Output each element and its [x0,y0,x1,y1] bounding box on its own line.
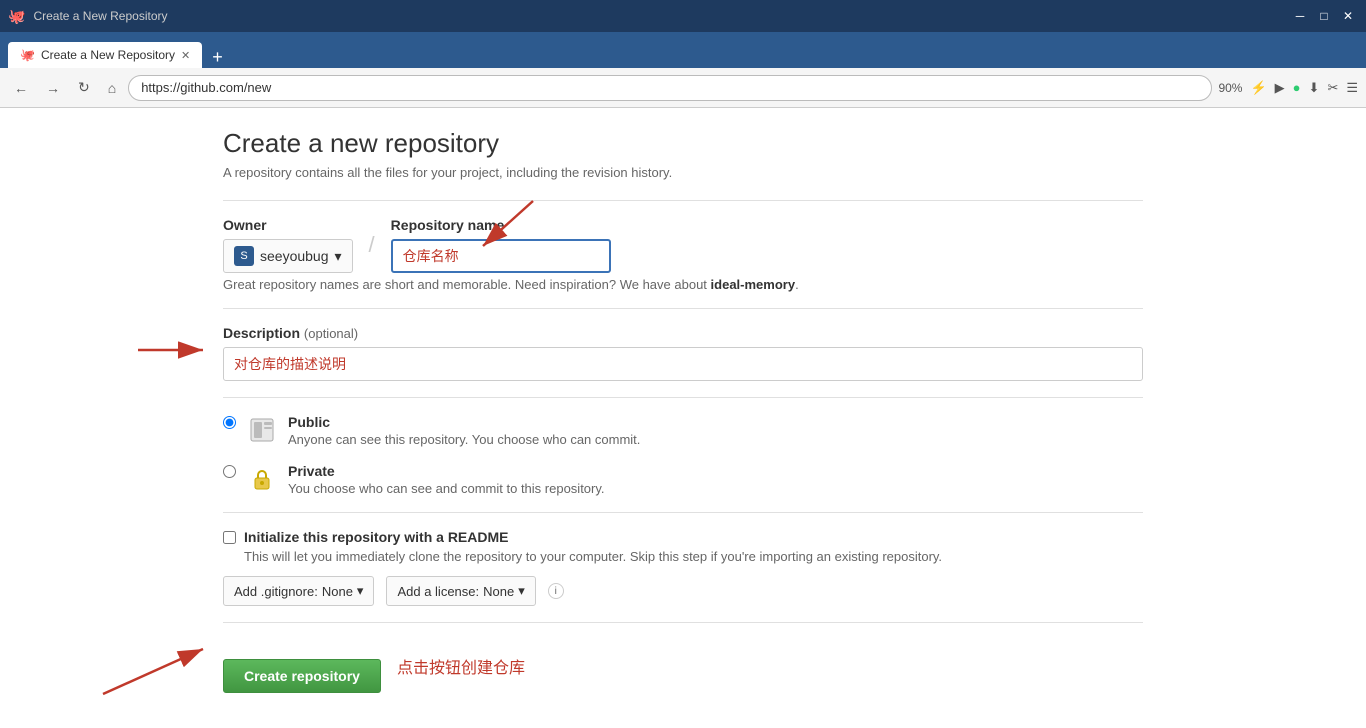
license-dropdown-icon: ▾ [518,583,525,599]
init-checkbox[interactable] [223,531,236,544]
init-section: Initialize this repository with a README… [223,529,1143,606]
tab-title: Create a New Repository [41,48,175,62]
close-button[interactable]: ✕ [1338,6,1358,26]
title-bar: 🐙 Create a New Repository ─ □ ✕ [0,0,1366,32]
tab-favicon: 🐙 [20,48,35,62]
page-body: Create a new repository A repository con… [183,108,1183,728]
forward-button[interactable]: → [40,76,66,100]
description-optional: (optional) [304,326,358,341]
divider-2 [223,308,1143,309]
create-repository-button[interactable]: Create repository [223,659,381,693]
new-tab-button[interactable]: + [206,46,229,68]
private-desc: You choose who can see and commit to thi… [288,481,605,496]
browser-favicon: 🐙 [8,8,25,25]
divider-3 [223,397,1143,398]
window-controls: ─ □ ✕ [1290,6,1358,26]
lightning-icon: ⚡ [1250,80,1266,96]
license-value: None [483,584,514,599]
public-text: Public Anyone can see this repository. Y… [288,414,640,447]
license-label: Add a license: [397,584,479,599]
visibility-group: Public Anyone can see this repository. Y… [223,414,1143,496]
zoom-level: 90% [1218,81,1242,95]
private-icon [246,463,278,495]
private-radio[interactable] [223,465,236,478]
public-option: Public Anyone can see this repository. Y… [223,414,1143,447]
init-label: Initialize this repository with a README [244,529,942,545]
toolbar-icons: 90% ⚡ ▶ ● ⬇ ✂ ☰ [1218,80,1358,96]
red-arrow-svg-3 [93,639,213,699]
owner-group: Owner S seeyoubug ▾ [223,217,353,273]
gitignore-value: None [322,584,353,599]
forward-icon: ▶ [1275,80,1285,96]
tab-bar: 🐙 Create a New Repository ✕ + [0,32,1366,68]
maximize-button[interactable]: □ [1314,6,1334,26]
browser-window: 🐙 Create a New Repository ─ □ ✕ 🐙 Create… [0,0,1366,728]
divider-5 [223,622,1143,623]
page-subtitle: A repository contains all the files for … [223,165,1143,180]
info-icon[interactable]: i [548,583,564,599]
gitignore-select[interactable]: Add .gitignore: None ▾ [223,576,374,606]
divider-1 [223,200,1143,201]
public-desc: Anyone can see this repository. You choo… [288,432,640,447]
repo-name-group: Repository name [391,217,611,273]
private-text: Private You choose who can see and commi… [288,463,605,496]
owner-dropdown-icon: ▾ [335,248,342,265]
suggestion-link[interactable]: ideal-memory [711,277,796,292]
init-desc: This will let you immediately clone the … [244,549,942,564]
description-section: Description (optional) [223,325,1143,381]
repo-name-label: Repository name [391,217,611,233]
tab-close-button[interactable]: ✕ [181,49,190,62]
menu-icon[interactable]: ☰ [1346,80,1358,96]
status-icon: ● [1293,80,1301,95]
init-option: Initialize this repository with a README… [223,529,1143,564]
address-input[interactable] [128,75,1212,101]
owner-select[interactable]: S seeyoubug ▾ [223,239,353,273]
lock-icon [248,465,276,493]
page-title: Create a new repository [223,128,1143,159]
download-icon: ⬇ [1309,80,1320,96]
gitignore-dropdown-icon: ▾ [357,583,364,599]
description-label: Description (optional) [223,325,1143,341]
addon-row: Add .gitignore: None ▾ Add a license: No… [223,576,1143,606]
public-label: Public [288,414,640,430]
create-btn-row: Create repository 点击按钮创建仓库 [223,639,1143,693]
description-group: Description (optional) [223,325,1143,381]
page-content: Create a new repository A repository con… [0,108,1366,728]
init-text: Initialize this repository with a README… [244,529,942,564]
private-option: Private You choose who can see and commi… [223,463,1143,496]
owner-repo-row: Owner S seeyoubug ▾ / Repository name [223,217,1143,273]
book-icon [248,416,276,444]
owner-avatar: S [234,246,254,266]
tab-title-text: Create a New Repository [33,9,167,23]
private-label: Private [288,463,605,479]
gitignore-label: Add .gitignore: [234,584,318,599]
inspiration-text: Great repository names are short and mem… [223,277,1143,292]
scissors-icon: ✂ [1327,80,1338,96]
back-button[interactable]: ← [8,76,34,100]
description-input[interactable] [223,347,1143,381]
owner-label: Owner [223,217,353,233]
public-radio[interactable] [223,416,236,429]
divider-4 [223,512,1143,513]
minimize-button[interactable]: ─ [1290,6,1310,26]
refresh-button[interactable]: ↻ [72,75,96,100]
red-arrow-svg-2 [133,330,213,370]
create-annotation: 点击按钮创建仓库 [397,654,525,678]
address-bar: ← → ↻ ⌂ 90% ⚡ ▶ ● ⬇ ✂ ☰ [0,68,1366,108]
license-select[interactable]: Add a license: None ▾ [386,576,535,606]
home-button[interactable]: ⌂ [102,76,122,100]
path-slash: / [369,232,375,258]
active-tab[interactable]: 🐙 Create a New Repository ✕ [8,42,202,68]
public-icon [246,414,278,446]
repo-name-input[interactable] [391,239,611,273]
owner-name: seeyoubug [260,248,329,264]
